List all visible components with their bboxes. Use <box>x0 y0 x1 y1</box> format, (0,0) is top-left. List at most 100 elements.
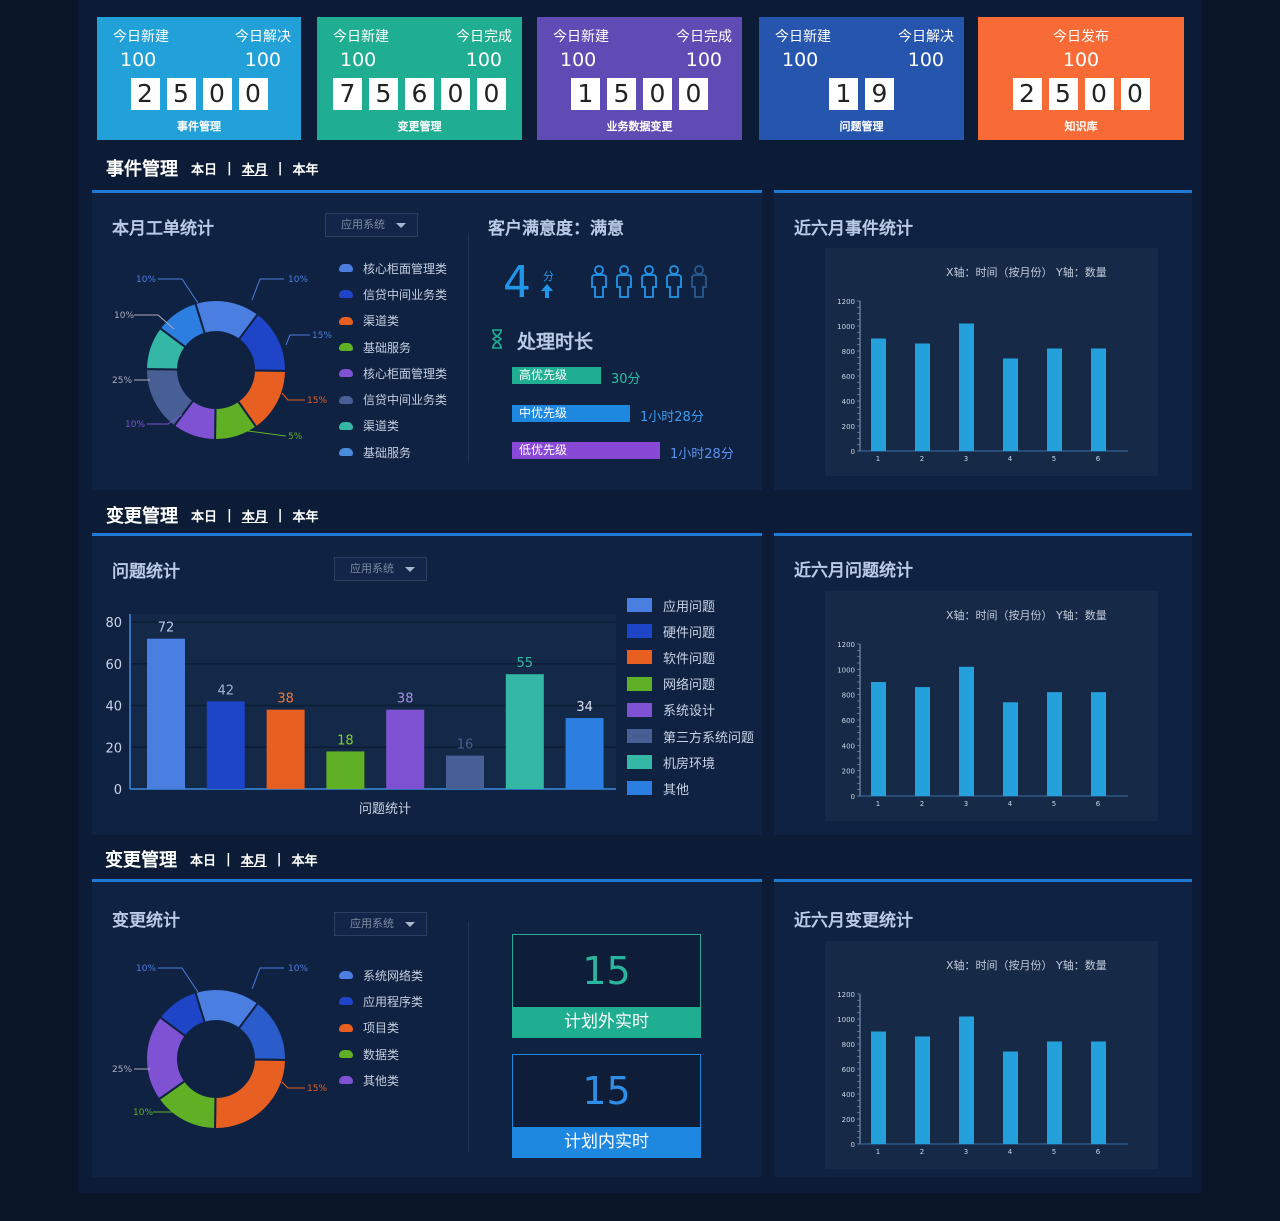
problem-bar[interactable] <box>326 751 365 789</box>
filter-today[interactable]: 本日 <box>191 506 217 525</box>
legend-item[interactable]: 第三方系统问题 <box>627 723 754 749</box>
kpi-digit: 5 <box>166 78 196 110</box>
label-leader <box>251 278 284 301</box>
legend-item[interactable]: 应用程序类 <box>339 988 423 1014</box>
filter-year[interactable]: 本年 <box>292 850 318 869</box>
bar[interactable] <box>1047 1041 1062 1145</box>
legend-item[interactable]: 机房环境 <box>627 749 754 775</box>
bar[interactable] <box>1003 1051 1018 1145</box>
filter-month[interactable]: 本月 <box>242 159 268 178</box>
legend-item[interactable]: 软件问题 <box>627 644 754 670</box>
y-tick-label: 800 <box>842 348 855 356</box>
problem-bar[interactable] <box>565 718 604 789</box>
bar[interactable] <box>1091 1041 1106 1145</box>
kpi-digit: 0 <box>1084 78 1114 110</box>
unplanned-realtime-box[interactable]: 15 计划外实时 <box>512 934 701 1038</box>
bar[interactable] <box>871 1031 886 1145</box>
legend-label: 核心柜面管理类 <box>363 261 448 276</box>
system-dropdown[interactable]: 应用系统 <box>334 557 427 581</box>
y-tick-label: 20 <box>105 741 122 756</box>
y-tick-label: 400 <box>842 398 855 406</box>
legend-item[interactable]: 网络问题 <box>627 671 754 697</box>
legend-item[interactable]: 信贷中间业务类 <box>339 386 447 412</box>
filter-today[interactable]: 本日 <box>191 159 217 178</box>
legend-item[interactable]: 信贷中间业务类 <box>339 281 447 307</box>
kpi-card-change[interactable]: 今日新建 今日完成 100 100 75600 变更管理 <box>317 17 522 140</box>
legend-item[interactable]: 基础服务 <box>339 439 447 465</box>
system-dropdown[interactable]: 应用系统 <box>325 213 418 237</box>
donut-slice[interactable] <box>213 1058 288 1130</box>
legend-item[interactable]: 系统设计 <box>627 697 754 723</box>
x-tick-label: 3 <box>964 1148 968 1156</box>
kpi-card-event[interactable]: 今日新建 今日解决 100 100 2500 事件管理 <box>97 17 301 140</box>
legend-item[interactable]: 数据类 <box>339 1041 423 1067</box>
legend-item[interactable]: 渠道类 <box>339 308 447 334</box>
bar[interactable] <box>959 1016 974 1145</box>
kpi-left-value: 100 <box>560 49 597 71</box>
kpi-digits: 75600 <box>317 78 522 110</box>
filter-month[interactable]: 本月 <box>241 850 267 869</box>
bar-value-label: 55 <box>517 656 534 671</box>
kpi-right-label: 今日解决 <box>898 29 954 45</box>
legend-item[interactable]: 其他类 <box>339 1067 423 1093</box>
y-tick-label: 0 <box>114 783 122 798</box>
filter-year[interactable]: 本年 <box>293 506 319 525</box>
bar[interactable] <box>915 687 930 796</box>
problem-bar[interactable] <box>147 638 185 789</box>
panel-title: 近六月变更统计 <box>794 911 913 931</box>
bar[interactable] <box>871 682 886 796</box>
filter-month[interactable]: 本月 <box>242 506 268 525</box>
kpi-card-business-data[interactable]: 今日新建 今日完成 100 100 1500 业务数据变更 <box>537 17 742 140</box>
legend-item[interactable]: 核心柜面管理类 <box>339 255 447 281</box>
panel-title: 近六月事件统计 <box>794 219 913 239</box>
legend-swatch <box>339 316 353 325</box>
legend-swatch <box>627 598 652 613</box>
kpi-card-knowledge[interactable]: 今日发布 100 2500 知识库 <box>978 17 1184 140</box>
priority-bar: 中优先级 <box>512 404 630 422</box>
kpi-digit: 5 <box>607 78 636 110</box>
bar[interactable] <box>1047 348 1062 452</box>
planned-value: 15 <box>512 1054 701 1127</box>
y-tick-label: 1000 <box>837 666 855 674</box>
bar-value-label: 34 <box>576 700 593 715</box>
kpi-digits: 2500 <box>978 78 1184 110</box>
problem-bar[interactable] <box>266 709 305 789</box>
bar[interactable] <box>1003 358 1018 452</box>
legend-item[interactable]: 其他 <box>627 775 754 801</box>
legend-item[interactable]: 系统网络类 <box>339 962 423 988</box>
legend-item[interactable]: 渠道类 <box>339 413 447 439</box>
panel-change-stats: 变更统计 应用系统 10% 10% 25% 15% 10% 系统网络类 应用程序类 项目类数… <box>92 879 762 1177</box>
system-dropdown[interactable]: 应用系统 <box>334 912 427 936</box>
bar[interactable] <box>1003 702 1018 796</box>
label-leader <box>285 334 310 346</box>
bar[interactable] <box>1047 692 1062 796</box>
legend-item[interactable]: 硬件问题 <box>627 618 754 644</box>
bar[interactable] <box>959 666 974 796</box>
bar[interactable] <box>1091 692 1106 796</box>
bar[interactable] <box>915 1036 930 1145</box>
bar[interactable] <box>915 343 930 452</box>
kpi-digit: 0 <box>679 78 708 110</box>
bar[interactable] <box>1091 348 1106 452</box>
legend-item[interactable]: 应用问题 <box>627 592 754 618</box>
kpi-right-value: 100 <box>244 49 281 71</box>
filter-today[interactable]: 本日 <box>190 850 216 869</box>
bar[interactable] <box>871 338 886 452</box>
kpi-digit: 0 <box>441 78 470 110</box>
kpi-name: 知识库 <box>1064 120 1098 133</box>
label-leader <box>281 392 305 401</box>
bar[interactable] <box>959 323 974 452</box>
legend-item[interactable]: 项目类 <box>339 1015 423 1041</box>
legend-label: 系统设计 <box>663 704 716 720</box>
bar-value-label: 72 <box>158 621 175 636</box>
problem-bar[interactable] <box>206 701 245 789</box>
y-tick-label: 1200 <box>837 298 855 306</box>
filter-year[interactable]: 本年 <box>293 159 319 178</box>
planned-realtime-box[interactable]: 15 计划内实时 <box>512 1054 701 1158</box>
legend-item[interactable]: 基础服务 <box>339 334 447 360</box>
problem-bar[interactable] <box>446 755 484 789</box>
legend-item[interactable]: 核心柜面管理类 <box>339 360 447 386</box>
problem-bar[interactable] <box>505 674 544 789</box>
problem-bar[interactable] <box>386 709 425 789</box>
kpi-card-problem[interactable]: 今日新建 今日解决 100 100 19 问题管理 <box>759 17 964 140</box>
